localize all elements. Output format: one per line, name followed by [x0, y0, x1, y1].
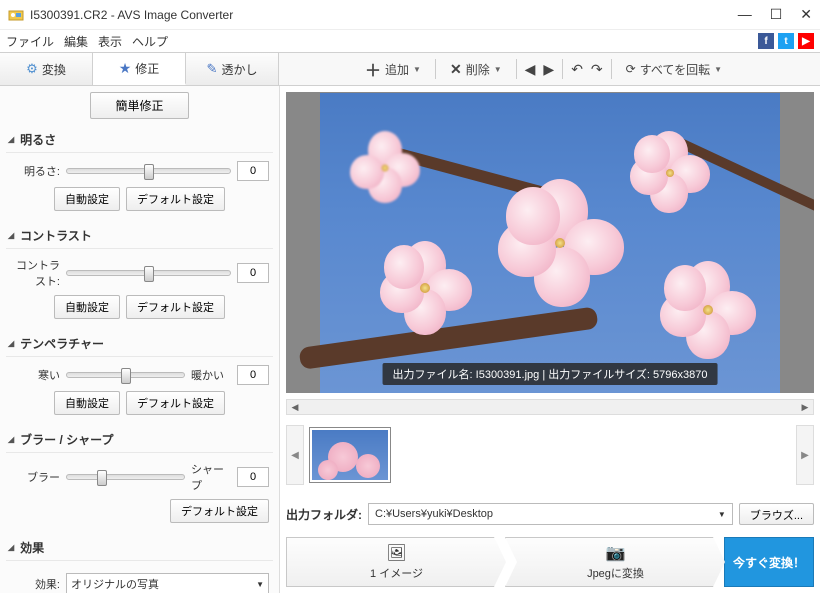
blur-value[interactable] — [237, 467, 269, 487]
collapse-icon: ◢ — [8, 435, 14, 444]
x-icon: ✕ — [450, 61, 462, 78]
scroll-right-icon[interactable]: ▶ — [797, 400, 813, 414]
menu-edit[interactable]: 編集 — [64, 33, 88, 50]
close-button[interactable]: ✕ — [800, 6, 812, 23]
temperature-auto-button[interactable]: 自動設定 — [54, 391, 120, 415]
contrast-slider[interactable] — [66, 270, 231, 276]
chevron-down-icon: ▼ — [718, 510, 726, 519]
output-folder-label: 出力フォルダ: — [286, 506, 362, 523]
window-title: I5300391.CR2 - AVS Image Converter — [30, 8, 738, 22]
brightness-slider[interactable] — [66, 168, 231, 174]
jpeg-convert-box[interactable]: 📷Jpegに変換 — [505, 537, 725, 587]
plus-icon: ＋ — [365, 57, 381, 81]
star-icon: ★ — [119, 60, 132, 77]
divider — [562, 59, 563, 79]
brightness-value[interactable] — [237, 161, 269, 181]
brightness-auto-button[interactable]: 自動設定 — [54, 187, 120, 211]
prev-button[interactable]: ◀ — [525, 61, 536, 78]
section-blur[interactable]: ◢ブラー / シャープ — [6, 427, 273, 453]
blur-label: ブラー — [10, 469, 60, 485]
temperature-slider[interactable] — [66, 372, 185, 378]
contrast-default-button[interactable]: デフォルト設定 — [126, 295, 225, 319]
brightness-default-button[interactable]: デフォルト設定 — [126, 187, 225, 211]
chevron-down-icon: ▼ — [413, 65, 421, 74]
convert-now-button[interactable]: 今すぐ変換！ — [724, 537, 814, 587]
tab-fix[interactable]: ★修正 — [93, 53, 186, 85]
sharp-label: シャープ — [191, 461, 231, 493]
maximize-button[interactable]: ☐ — [770, 6, 783, 23]
pen-icon: ✎ — [207, 61, 218, 77]
simple-fix-button[interactable]: 簡単修正 — [90, 92, 188, 119]
section-brightness[interactable]: ◢明るさ — [6, 127, 273, 153]
rotate-right-button[interactable]: ↷ — [591, 61, 603, 78]
divider — [611, 59, 612, 79]
facebook-icon[interactable]: f — [758, 33, 774, 49]
section-temperature[interactable]: ◢テンペラチャー — [6, 331, 273, 357]
collapse-icon: ◢ — [8, 135, 14, 144]
thumbnail[interactable] — [310, 428, 390, 482]
app-icon — [8, 7, 24, 23]
collapse-icon: ◢ — [8, 231, 14, 240]
section-contrast[interactable]: ◢コントラスト — [6, 223, 273, 249]
effect-dropdown[interactable]: オリジナルの写真▼ — [66, 573, 269, 593]
menu-help[interactable]: ヘルプ — [132, 33, 168, 50]
output-folder-dropdown[interactable]: C:¥Users¥yuki¥Desktop▼ — [368, 503, 733, 525]
menu-file[interactable]: ファイル — [6, 33, 54, 50]
temp-warm-label: 暖かい — [191, 367, 231, 383]
gear-icon: ⚙ — [26, 61, 38, 77]
preview-image: 出力ファイル名: I5300391.jpg | 出力ファイルサイズ: 5796x… — [320, 93, 780, 393]
sidebar: 簡単修正 ◢明るさ 明るさ: 自動設定デフォルト設定 ◢コントラスト コントラス… — [0, 86, 280, 593]
rotate-left-button[interactable]: ↶ — [571, 61, 583, 78]
horizontal-scrollbar[interactable]: ◀▶ — [286, 399, 814, 415]
image-icon: 🖼 — [386, 543, 406, 563]
refresh-icon: ⟳ — [626, 62, 636, 76]
tab-convert[interactable]: ⚙変換 — [0, 53, 93, 85]
effect-label: 効果: — [10, 576, 60, 592]
temperature-default-button[interactable]: デフォルト設定 — [126, 391, 225, 415]
preview-area: 出力ファイル名: I5300391.jpg | 出力ファイルサイズ: 5796x… — [286, 92, 814, 393]
menu-view[interactable]: 表示 — [98, 33, 122, 50]
contrast-label: コントラスト: — [10, 257, 60, 289]
minimize-button[interactable]: — — [738, 6, 752, 23]
temp-cold-label: 寒い — [10, 367, 60, 383]
next-button[interactable]: ▶ — [543, 61, 554, 78]
browse-button[interactable]: ブラウズ... — [739, 503, 814, 525]
chevron-down-icon: ▼ — [714, 65, 722, 74]
temperature-value[interactable] — [237, 365, 269, 385]
scroll-left-icon[interactable]: ◀ — [287, 400, 303, 414]
divider — [516, 59, 517, 79]
collapse-icon: ◢ — [8, 543, 14, 552]
camera-icon: 📷 — [606, 543, 626, 563]
chevron-down-icon: ▼ — [256, 580, 264, 589]
blur-slider[interactable] — [66, 474, 185, 480]
images-count-box[interactable]: 🖼1 イメージ — [286, 537, 506, 587]
section-effect[interactable]: ◢効果 — [6, 535, 273, 561]
add-button[interactable]: ＋追加▼ — [359, 54, 427, 84]
contrast-value[interactable] — [237, 263, 269, 283]
youtube-icon[interactable]: ▶ — [798, 33, 814, 49]
twitter-icon[interactable]: t — [778, 33, 794, 49]
brightness-label: 明るさ: — [10, 163, 60, 179]
chevron-down-icon: ▼ — [494, 65, 502, 74]
rotate-all-button[interactable]: ⟳すべてを回転▼ — [620, 58, 728, 81]
contrast-auto-button[interactable]: 自動設定 — [54, 295, 120, 319]
collapse-icon: ◢ — [8, 339, 14, 348]
tab-watermark[interactable]: ✎透かし — [186, 53, 279, 85]
preview-overlay-text: 出力ファイル名: I5300391.jpg | 出力ファイルサイズ: 5796x… — [383, 363, 718, 385]
blur-default-button[interactable]: デフォルト設定 — [170, 499, 269, 523]
divider — [435, 59, 436, 79]
thumb-next-button[interactable]: ▶ — [796, 425, 814, 485]
delete-button[interactable]: ✕削除▼ — [444, 58, 508, 81]
thumb-prev-button[interactable]: ◀ — [286, 425, 304, 485]
